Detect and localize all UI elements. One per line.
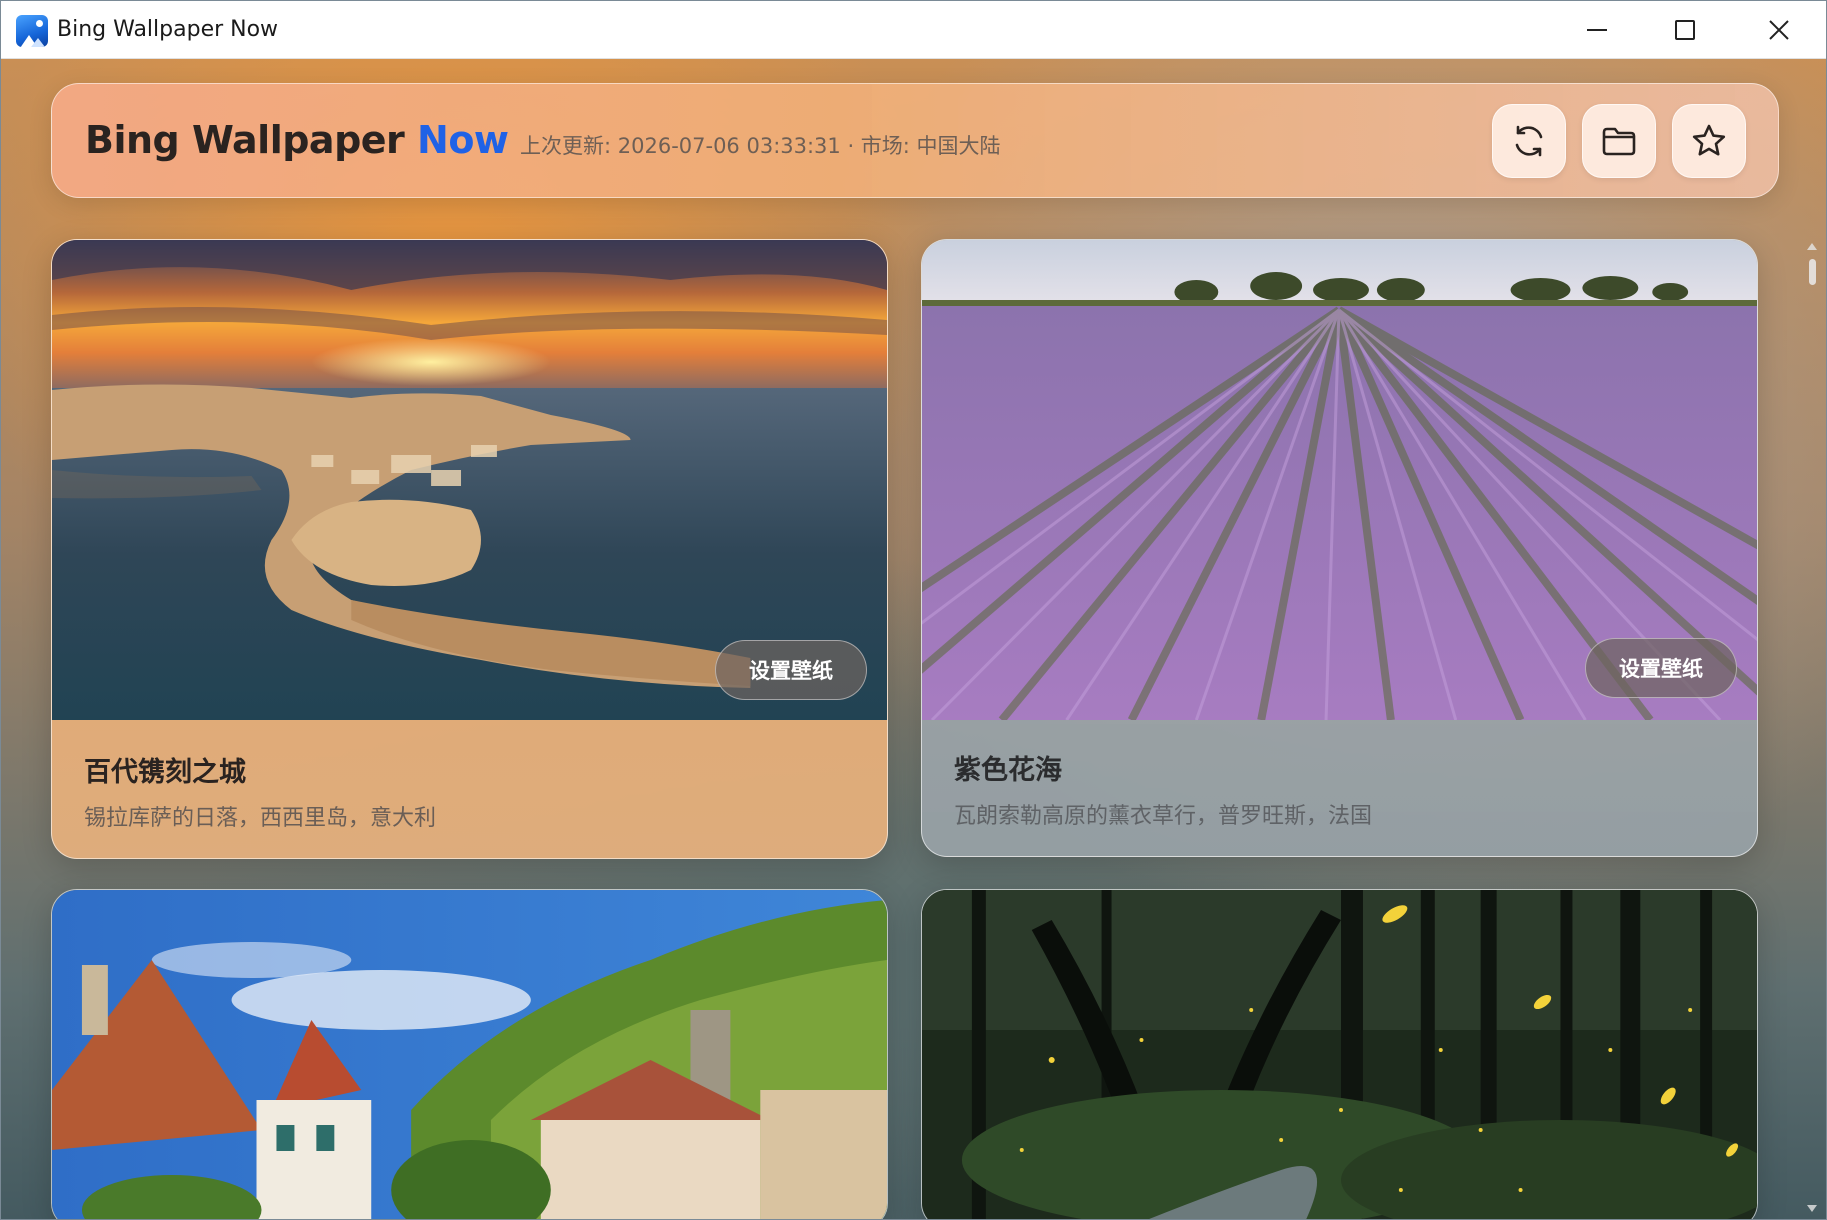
set-wallpaper-button[interactable]: 设置壁纸 (715, 640, 867, 700)
refresh-icon (1515, 125, 1543, 157)
scroll-down-arrow[interactable] (1807, 1205, 1817, 1212)
update-info: 上次更新: 2026-07-06 03:33:31 · 市场: 中国大陆 (520, 134, 1001, 158)
card-title: 紫色花海 (954, 755, 1062, 786)
scroll-up-arrow[interactable] (1807, 243, 1817, 250)
scrollbar-thumb[interactable] (1809, 259, 1816, 285)
wallpaper-image-forest (922, 890, 1757, 1219)
minimize-button[interactable] (1553, 1, 1641, 59)
close-button[interactable] (1735, 1, 1823, 59)
folder-button[interactable] (1582, 104, 1656, 178)
card-description: 锡拉库萨的日落，西西里岛，意大利 (84, 806, 437, 831)
brand-title: Bing Wallpaper Now (85, 118, 509, 162)
app-header: Bing Wallpaper Now 上次更新: 2026-07-06 03:3… (51, 83, 1779, 198)
card-title: 百代镌刻之城 (84, 757, 246, 788)
favorites-button[interactable] (1672, 104, 1746, 178)
window-title: Bing Wallpaper Now (57, 17, 279, 42)
close-icon (1769, 20, 1789, 40)
refresh-button[interactable] (1492, 104, 1566, 178)
wallpaper-card[interactable]: 设置壁纸 紫色花海 瓦朗索勒高原的薰衣草行，普罗旺斯，法国 (921, 239, 1758, 857)
app-window: Bing Wallpaper Now Bing Wallpaper Now 上次… (0, 0, 1827, 1220)
card-description: 瓦朗索勒高原的薰衣草行，普罗旺斯，法国 (954, 804, 1373, 829)
star-icon (1692, 124, 1726, 156)
wallpaper-card[interactable] (51, 889, 888, 1219)
minimize-icon (1587, 29, 1607, 31)
maximize-button[interactable] (1641, 1, 1729, 59)
wallpaper-card[interactable] (921, 889, 1758, 1219)
wallpaper-card[interactable]: 设置壁纸 百代镌刻之城 锡拉库萨的日落，西西里岛，意大利 (51, 239, 888, 859)
title-bar: Bing Wallpaper Now (1, 1, 1826, 59)
brand-main: Bing Wallpaper (85, 118, 418, 162)
main-content: Bing Wallpaper Now 上次更新: 2026-07-06 03:3… (1, 59, 1826, 1219)
folder-icon (1602, 127, 1636, 156)
wallpaper-image-village (52, 890, 887, 1219)
maximize-icon (1675, 20, 1695, 40)
brand-accent: Now (417, 118, 509, 162)
set-wallpaper-button[interactable]: 设置壁纸 (1585, 638, 1737, 698)
app-landscape-icon (16, 15, 48, 47)
